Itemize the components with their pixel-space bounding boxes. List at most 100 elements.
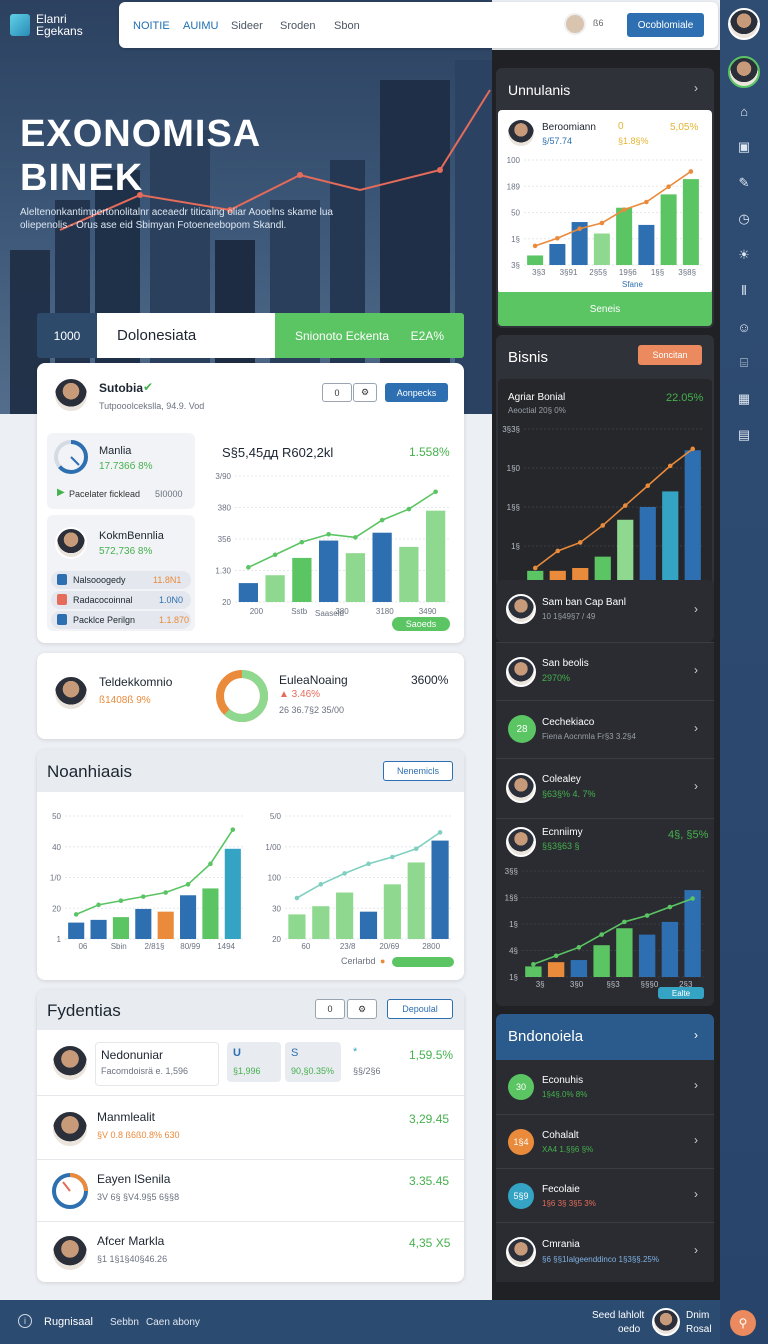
fydent-row[interactable]: Nedonuniar Facomdoisrä e. 1,596 U §1,996… [37,1038,464,1096]
footer-link-2[interactable]: Caen abony [146,1317,200,1328]
right-list-item[interactable]: San beolis 2970% › [496,642,714,700]
user-icon[interactable]: ☺ [733,316,755,338]
fydent-outline-button[interactable]: 0 [315,999,345,1019]
y-tick-label: 1§ [511,542,520,551]
nav-cta-button[interactable]: Ocoblomiale [627,13,704,37]
nav-link-5[interactable]: Sbon [334,20,360,32]
line-point [390,854,395,860]
nav-link-1[interactable]: NOITIE [133,20,170,32]
line-point [163,890,168,895]
stat-count: 1000 [37,313,97,358]
right-list-item[interactable]: 28 Cechekiaco Fiena Aocnmla Fr§3 3.2§4 › [496,700,714,758]
mini-stat-1-link[interactable]: Pacelater ficklead [69,489,140,499]
chevron-right-icon[interactable]: › [694,1078,698,1092]
line-point [622,919,627,925]
clock-icon[interactable]: ◷ [733,208,755,230]
chevron-right-icon[interactable]: › [694,779,698,793]
profile-action-button[interactable]: Aonpecks [385,383,448,402]
chevron-right-icon[interactable]: › [694,1133,698,1147]
tag-row-1[interactable]: Nalsooogedy 11.8N1 [51,571,191,589]
chevron-right-icon[interactable]: › [694,81,698,95]
right-panel-2-button[interactable]: Soncitan [638,345,702,365]
bar [616,207,633,265]
tag-row-3[interactable]: Packlce Perilgn 1.1.870 [51,611,191,629]
fydent-row[interactable]: Eayen lSenila 3V 6§ §V4.9§5 6§§8 3.35.45 [37,1160,464,1222]
lock-icon[interactable]: ⌂ [733,100,755,122]
footer-link-1[interactable]: Sebbn [110,1317,139,1328]
stat-label[interactable]: Dolonesiata [97,313,275,358]
list-badge: 1§4 [508,1129,534,1155]
right-mini-card: Beroomiann §/57.74 0 5,05% §1.8§% 100 189… [498,110,712,294]
bank-icon[interactable]: ⌸ [733,352,755,374]
right-list2-item[interactable]: Cmrania §6 §§1Ialgeenddinco 1§3§§.25% › [496,1222,714,1282]
right-mini-button[interactable]: Seneis [498,292,712,326]
charts-card-button[interactable]: Nenemicls [383,761,453,781]
y-tick-label: 3§ [511,261,520,270]
hero-title: EXONOMISA BINEK [20,113,262,199]
list-item-sub: 1§6 3§ 3§5 3% [542,1199,596,1208]
x-tick-label: 19§6 [619,268,637,277]
chevron-right-icon[interactable]: › [694,1028,698,1042]
footer-bar: i Rugnisaal Sebbn Caen abony Seed lahlol… [0,1300,720,1344]
bar [90,919,107,939]
location-pin-icon[interactable]: ⚲ [730,1310,756,1336]
line-point [577,226,582,232]
nav-link-3[interactable]: Sideer [231,20,263,32]
bar [238,583,259,602]
line-point [246,565,251,570]
x-tick-label: Sbin [111,942,127,951]
footer-left-label[interactable]: Rugnisaal [44,1316,93,1328]
right-list-item[interactable]: Colealey §63§% 4. 7% › [496,758,714,818]
tag-row-2[interactable]: Radacocoinnal 1.0N0 [51,591,191,609]
bar [265,575,285,602]
profile-outline-button[interactable]: 0 [322,383,352,402]
right-list2-item[interactable]: 30 Econuhis 1§4§.0% 8% › [496,1060,714,1114]
x-tick-label: 1§§ [651,268,664,277]
fydent-action-button[interactable]: Depoulal [387,999,453,1019]
bar [359,911,378,939]
settings-icon[interactable]: ⚙ [353,383,377,402]
wallet-icon[interactable]: ▣ [733,136,755,158]
x-tick-label: 200 [250,607,264,616]
chart-toggle-button[interactable]: Saoeds [392,617,450,631]
chevron-right-icon[interactable]: › [694,1187,698,1201]
x-tick-label: 3490 [419,607,437,616]
chevron-right-icon[interactable]: › [694,1243,698,1257]
settings-icon[interactable]: ⚙ [347,999,377,1019]
donut-title: EuleaNoaing [279,673,348,687]
line-point [118,898,124,904]
right-list2-item[interactable]: 1§4 Cohalalt XA4 1.§§6 §% › [496,1114,714,1168]
donut-card-avatar [53,675,89,711]
document-icon[interactable]: ▤ [733,424,755,446]
mini-stat-1[interactable]: Manlia 17.736б 8% ▶ Pacelater ficklead 5… [47,433,195,509]
chevron-right-icon[interactable]: › [694,663,698,677]
rail-avatar[interactable] [728,8,760,40]
chevron-right-icon[interactable]: › [694,721,698,735]
right-rail: ⌂ ▣ ✎ ◷ ☀ ⫴ ☺ ⌸ ▦ ▤ [720,0,768,1344]
chevron-right-icon[interactable]: › [694,602,698,616]
calendar-icon[interactable]: ▦ [733,388,755,410]
nav-link-2[interactable]: AUIMU [183,20,218,32]
footer-avatar[interactable] [652,1308,680,1336]
rail-avatar-active[interactable] [728,56,760,88]
bulb-icon[interactable]: ☀ [733,244,755,266]
info-icon[interactable]: i [18,1314,32,1328]
fydent-row[interactable]: Afcer Markla §1 1§1§40§46.26 4,35 X5 [37,1222,464,1282]
tag-3-label: Packlce Perilgn [73,615,136,625]
user-avatar[interactable] [564,13,586,35]
mid-chart-slider[interactable] [392,957,454,967]
stat-highlight[interactable]: Snionoto Eckenta E2A% [275,313,464,358]
right-list-item[interactable]: Sam ban Cap Banl 10 1§49§7 / 49 › [496,580,714,642]
right-chart-3-button[interactable]: Ealte [658,987,704,999]
nav-link-4[interactable]: Sroden [280,20,315,32]
profile-avatar [53,377,89,413]
fydent-row[interactable]: Manmlealit §V 0.8 ß6ß0.8% 630 3,29.45 [37,1098,464,1160]
pen-icon[interactable]: ✎ [733,172,755,194]
right-list2-item[interactable]: 5§9 Fecolaie 1§6 3§ 3§5 3% › [496,1168,714,1222]
brand-logo[interactable]: Elanri Egekans [10,8,110,42]
list-badge: 5§9 [508,1183,534,1209]
chart-icon[interactable]: ⫴ [733,280,755,302]
chip-2-label: S [291,1047,299,1059]
fydent-row-value: 3,29.45 [409,1112,450,1126]
bar [682,179,699,265]
